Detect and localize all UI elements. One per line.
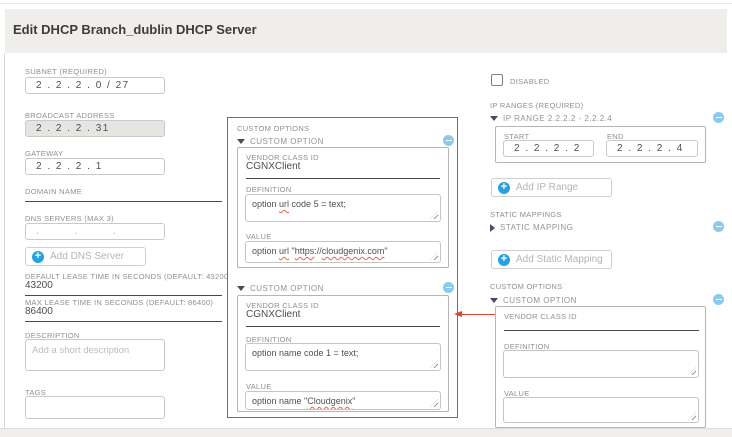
- add-static-mapping-label: Add Static Mapping: [516, 254, 603, 265]
- custom-option-1-header-label: CUSTOM OPTION: [250, 137, 324, 146]
- custom-option-1-expander[interactable]: CUSTOM OPTION: [237, 137, 324, 146]
- resize-handle-icon[interactable]: [430, 360, 438, 368]
- max-lease-input[interactable]: 86400: [25, 306, 222, 322]
- dns-servers-input[interactable]: [25, 223, 165, 240]
- left-column: SUBNET (REQUIRED) BROADCAST ADDRESS GATE…: [20, 60, 230, 432]
- value-textarea[interactable]: option name "Cloudgenix": [245, 391, 441, 410]
- custom-options-panel: CUSTOM OPTIONS CUSTOM OPTION VENDOR CLAS…: [227, 117, 458, 418]
- dialog-left-border: [4, 53, 5, 428]
- vendor-class-id-input[interactable]: CGNXClient: [246, 161, 300, 172]
- add-dns-server-button[interactable]: + Add DNS Server: [25, 247, 146, 266]
- custom-option-2-expander[interactable]: CUSTOM OPTION: [237, 284, 324, 293]
- value-textarea[interactable]: option url "https://cloudgenix.com": [245, 241, 441, 263]
- static-mapping-header-label: STATIC MAPPING: [500, 223, 573, 232]
- value-textarea[interactable]: [503, 397, 699, 423]
- gateway-input[interactable]: [25, 158, 165, 175]
- resize-handle-icon[interactable]: [430, 252, 438, 260]
- custom-options-title: CUSTOM OPTIONS: [237, 124, 309, 133]
- custom-option-2-header-label: CUSTOM OPTION: [250, 284, 324, 293]
- disabled-label: DISABLED: [510, 77, 550, 86]
- disabled-checkbox[interactable]: [491, 74, 503, 86]
- add-ip-range-label: Add IP Range: [516, 182, 578, 193]
- plus-icon: +: [498, 182, 510, 194]
- minus-icon[interactable]: [713, 221, 724, 232]
- definition-textarea[interactable]: option name code 1 = text;: [245, 343, 441, 371]
- dns-servers-label: DNS SERVERS (MAX 3): [25, 214, 114, 223]
- definition-label: DEFINITION: [246, 185, 292, 194]
- ip-range-expander[interactable]: IP RANGE 2.2.2.2 - 2.2.2.4: [490, 114, 612, 123]
- broadcast-address-label: BROADCAST ADDRESS: [25, 111, 115, 120]
- minus-icon[interactable]: [443, 282, 454, 293]
- minus-icon[interactable]: [713, 112, 724, 123]
- static-mapping-expander[interactable]: STATIC MAPPING: [490, 223, 573, 232]
- add-static-mapping-button[interactable]: + Add Static Mapping: [491, 250, 612, 269]
- ip-ranges-label: IP RANGES (REQUIRED): [490, 101, 583, 110]
- subnet-input[interactable]: [25, 77, 165, 94]
- plus-icon: +: [32, 251, 44, 263]
- minus-icon[interactable]: [713, 294, 724, 305]
- description-textarea[interactable]: [25, 339, 165, 371]
- resize-handle-icon[interactable]: [430, 399, 438, 407]
- plus-icon: +: [498, 254, 510, 266]
- broadcast-address-input: [25, 120, 165, 137]
- minus-icon[interactable]: [443, 135, 454, 146]
- chevron-down-icon: [237, 139, 245, 144]
- custom-option-1-box: VENDOR CLASS ID CGNXClient DEFINITION op…: [237, 147, 449, 268]
- annotation-arrow-line: [461, 314, 495, 315]
- ip-range-box: START END: [495, 126, 706, 163]
- custom-option-header-label: CUSTOM OPTION: [503, 296, 577, 305]
- definition-textarea[interactable]: option url code 5 = text;: [245, 194, 441, 222]
- static-mappings-label: STATIC MAPPINGS: [490, 210, 562, 219]
- resize-handle-icon[interactable]: [688, 412, 696, 420]
- tags-input[interactable]: [25, 396, 165, 419]
- default-lease-input[interactable]: 43200: [25, 280, 222, 296]
- definition-textarea[interactable]: [503, 350, 699, 378]
- custom-option-expander[interactable]: CUSTOM OPTION: [490, 296, 577, 305]
- subnet-label: SUBNET (REQUIRED): [25, 67, 107, 76]
- domain-name-input[interactable]: [25, 188, 222, 202]
- value-label: VALUE: [246, 232, 272, 241]
- right-column: DISABLED IP RANGES (REQUIRED) IP RANGE 2…: [489, 60, 732, 437]
- chevron-down-icon: [237, 286, 245, 291]
- ip-range-header-label: IP RANGE 2.2.2.2 - 2.2.2.4: [503, 114, 612, 123]
- custom-option-box: VENDOR CLASS ID DEFINITION VALUE: [495, 306, 706, 428]
- end-ip-input[interactable]: [606, 140, 698, 157]
- chevron-down-icon: [490, 116, 498, 121]
- chevron-right-icon: [490, 224, 495, 232]
- annotation-arrow-head: [454, 311, 462, 317]
- chevron-down-icon: [490, 298, 498, 303]
- vendor-class-id-input[interactable]: CGNXClient: [246, 309, 300, 320]
- vendor-class-id-underline: [246, 178, 440, 179]
- add-ip-range-button[interactable]: + Add IP Range: [491, 178, 612, 197]
- page-bottom-band: [0, 428, 732, 437]
- dialog-header: Edit DHCP Branch_dublin DHCP Server: [5, 9, 727, 53]
- resize-handle-icon[interactable]: [688, 367, 696, 375]
- start-ip-input[interactable]: [503, 140, 594, 157]
- top-divider: [0, 3, 732, 4]
- page-title: Edit DHCP Branch_dublin DHCP Server: [13, 22, 257, 37]
- custom-option-2-box: VENDOR CLASS ID CGNXClient DEFINITION op…: [237, 295, 449, 412]
- vendor-class-id-underline: [246, 326, 440, 327]
- resize-handle-icon[interactable]: [430, 211, 438, 219]
- add-dns-server-label: Add DNS Server: [50, 251, 124, 262]
- vendor-class-id-input[interactable]: [504, 315, 699, 331]
- custom-options-label: CUSTOM OPTIONS: [490, 282, 562, 291]
- value-label: VALUE: [246, 382, 272, 391]
- gateway-label: GATEWAY: [25, 149, 63, 158]
